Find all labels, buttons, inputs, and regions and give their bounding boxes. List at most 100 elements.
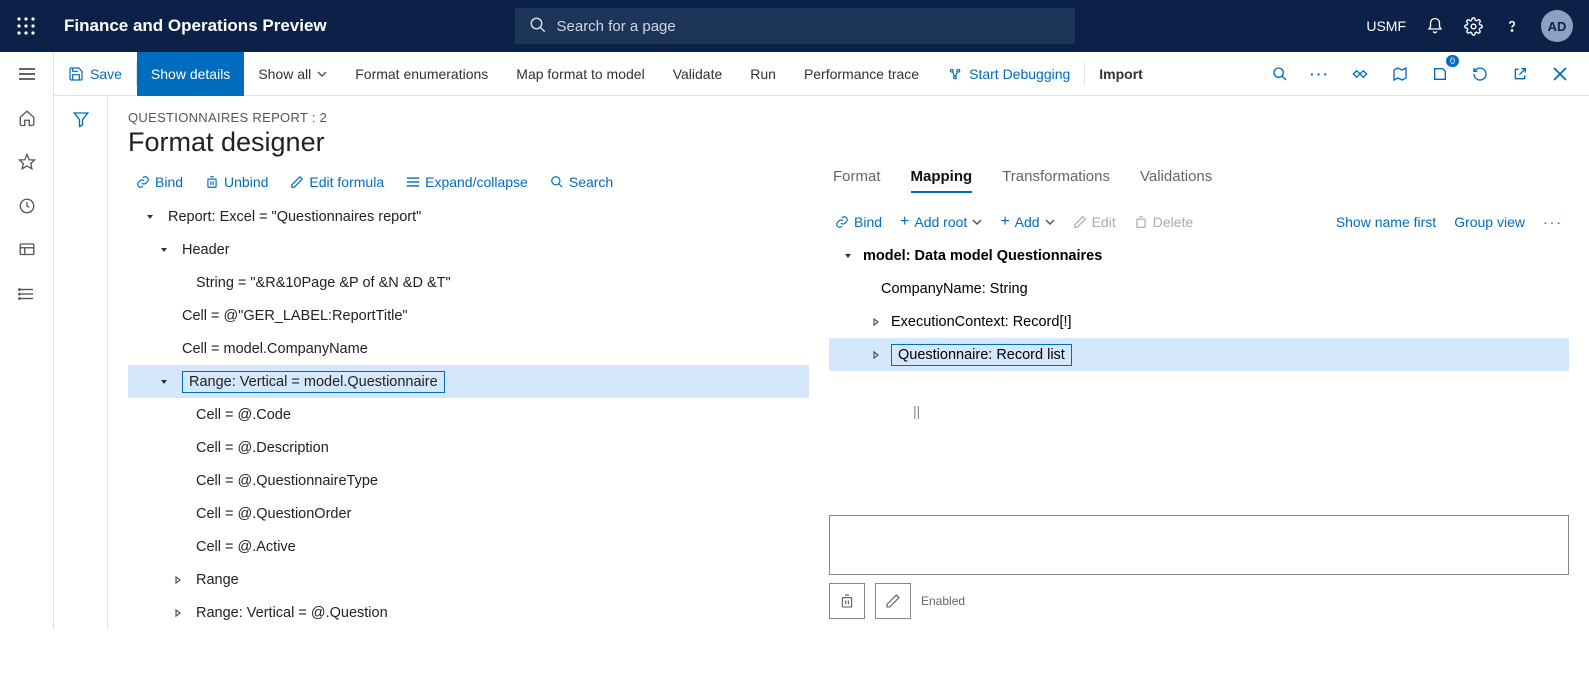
tree-node-label: Cell = @.QuestionnaireType <box>196 473 378 489</box>
tree-arrow-icon[interactable] <box>142 212 158 222</box>
search-button[interactable]: Search <box>550 174 613 190</box>
app-title: Finance and Operations Preview <box>64 16 327 36</box>
model-tree-row[interactable]: ExecutionContext: Record[!] <box>829 305 1569 338</box>
run-button[interactable]: Run <box>736 52 790 96</box>
popout-icon[interactable] <box>1505 59 1535 89</box>
tree-arrow-icon[interactable] <box>156 377 172 387</box>
home-icon[interactable] <box>17 108 37 128</box>
tree-node-label: Cell = @.Description <box>196 440 329 456</box>
modules-icon[interactable] <box>17 284 37 304</box>
mapping-more-icon[interactable]: ··· <box>1543 214 1563 230</box>
tree-arrow-icon[interactable] <box>871 350 881 360</box>
format-tree-row[interactable]: String = "&R&10Page &P of &N &D &T" <box>128 266 809 299</box>
settings-icon[interactable] <box>1464 17 1483 36</box>
show-details-button[interactable]: Show details <box>137 52 244 96</box>
group-view-button[interactable]: Group view <box>1454 214 1525 230</box>
performance-trace-button[interactable]: Performance trace <box>790 52 933 96</box>
tree-node-label: Range: Vertical = model.Questionnaire <box>182 371 445 393</box>
tree-arrow-icon[interactable] <box>170 608 186 618</box>
recent-icon[interactable] <box>17 196 37 216</box>
tree-node-label: model: Data model Questionnaires <box>863 248 1102 264</box>
add-button[interactable]: +Add <box>1000 213 1054 231</box>
edit-formula-button[interactable]: Edit formula <box>290 174 384 190</box>
edit-formula-box-button[interactable] <box>875 583 911 619</box>
format-tree-row[interactable]: Range <box>128 563 809 596</box>
notifications-badge-icon[interactable]: 0 <box>1425 59 1455 89</box>
start-debugging-button[interactable]: Start Debugging <box>933 52 1084 96</box>
expand-collapse-button[interactable]: Expand/collapse <box>406 174 528 190</box>
unbind-button[interactable]: Unbind <box>205 174 268 190</box>
tab-mapping[interactable]: Mapping <box>911 168 973 193</box>
search-icon <box>529 16 547 34</box>
refresh-icon[interactable] <box>1465 59 1495 89</box>
tree-node-label: Report: Excel = "Questionnaires report" <box>168 209 421 225</box>
show-all-button[interactable]: Show all <box>244 52 341 96</box>
tree-arrow-icon[interactable] <box>156 245 172 255</box>
format-tree-row[interactable]: Cell = @.QuestionOrder <box>128 497 809 530</box>
tree-node-label: Questionnaire: Record list <box>891 344 1072 366</box>
delete-button: Delete <box>1134 214 1193 230</box>
breadcrumb: QUESTIONNAIRES REPORT : 2 <box>128 110 1569 125</box>
format-tree-row[interactable]: Cell = @.Active <box>128 530 809 563</box>
page-title: Format designer <box>128 127 1569 158</box>
add-root-button[interactable]: +Add root <box>900 213 982 231</box>
import-button[interactable]: Import <box>1085 52 1157 96</box>
tab-format[interactable]: Format <box>833 168 881 193</box>
format-tree-row[interactable]: Cell = model.CompanyName <box>128 332 809 365</box>
tree-node-label: Header <box>182 242 230 258</box>
format-tree-row[interactable]: Cell = @.Code <box>128 398 809 431</box>
save-button[interactable]: Save <box>54 52 136 96</box>
tree-arrow-icon[interactable] <box>871 317 881 327</box>
tree-node-label: Range: Vertical = @.Question <box>196 605 388 621</box>
format-tree-row[interactable]: Cell = @.QuestionnaireType <box>128 464 809 497</box>
tree-node-label: Cell = @.QuestionOrder <box>196 506 351 522</box>
format-tree-row[interactable]: Header <box>128 233 809 266</box>
map-format-to-model-button[interactable]: Map format to model <box>502 52 658 96</box>
help-icon[interactable] <box>1503 17 1521 35</box>
bind-button[interactable]: Bind <box>136 174 183 190</box>
show-name-first-button[interactable]: Show name first <box>1336 214 1436 230</box>
tree-node-label: String = "&R&10Page &P of &N &D &T" <box>196 275 451 291</box>
model-tree-row[interactable]: Questionnaire: Record list <box>829 338 1569 371</box>
tree-node-label: Cell = model.CompanyName <box>182 341 368 357</box>
enabled-label: Enabled <box>921 594 965 608</box>
map-icon[interactable] <box>1385 59 1415 89</box>
tab-validations[interactable]: Validations <box>1140 168 1212 193</box>
attach-icon[interactable] <box>1345 59 1375 89</box>
tree-arrow-icon[interactable] <box>170 575 186 585</box>
tree-node-label: Cell = @.Code <box>196 407 291 423</box>
format-tree-row[interactable]: Report: Excel = "Questionnaires report" <box>128 200 809 233</box>
tree-node-label: Cell = @"GER_LABEL:ReportTitle" <box>182 308 408 324</box>
app-launcher-icon[interactable] <box>0 17 52 35</box>
filter-icon[interactable] <box>72 110 90 629</box>
format-tree-row[interactable]: Range: Vertical = model.Questionnaire <box>128 365 809 398</box>
tree-node-label: CompanyName: String <box>881 281 1028 297</box>
tab-transformations[interactable]: Transformations <box>1002 168 1110 193</box>
tree-arrow-icon[interactable] <box>843 251 853 261</box>
delete-formula-button[interactable] <box>829 583 865 619</box>
workspaces-icon[interactable] <box>17 240 37 260</box>
formula-box[interactable] <box>829 515 1569 575</box>
global-search-input[interactable] <box>515 8 1075 44</box>
tree-node-label: Cell = @.Active <box>196 539 296 555</box>
mapping-bind-button[interactable]: Bind <box>835 214 882 230</box>
splitter-handle[interactable]: || <box>913 403 920 419</box>
tree-node-label: Range <box>196 572 239 588</box>
tree-node-label: ExecutionContext: Record[!] <box>891 314 1072 330</box>
validate-button[interactable]: Validate <box>659 52 737 96</box>
close-icon[interactable] <box>1545 59 1575 89</box>
model-tree-row[interactable]: model: Data model Questionnaires <box>829 239 1569 272</box>
nav-menu-icon[interactable] <box>17 64 37 84</box>
format-tree-row[interactable]: Cell = @"GER_LABEL:ReportTitle" <box>128 299 809 332</box>
company-label[interactable]: USMF <box>1366 18 1406 34</box>
model-tree-row[interactable]: CompanyName: String <box>829 272 1569 305</box>
more-icon[interactable]: ··· <box>1305 59 1335 89</box>
format-enumerations-button[interactable]: Format enumerations <box>341 52 502 96</box>
format-tree-row[interactable]: Range: Vertical = @.Question <box>128 596 809 629</box>
notifications-icon[interactable] <box>1426 17 1444 35</box>
format-tree-row[interactable]: Cell = @.Description <box>128 431 809 464</box>
find-icon[interactable] <box>1265 59 1295 89</box>
user-avatar[interactable]: AD <box>1541 10 1573 42</box>
edit-button: Edit <box>1073 214 1116 230</box>
favorites-icon[interactable] <box>17 152 37 172</box>
